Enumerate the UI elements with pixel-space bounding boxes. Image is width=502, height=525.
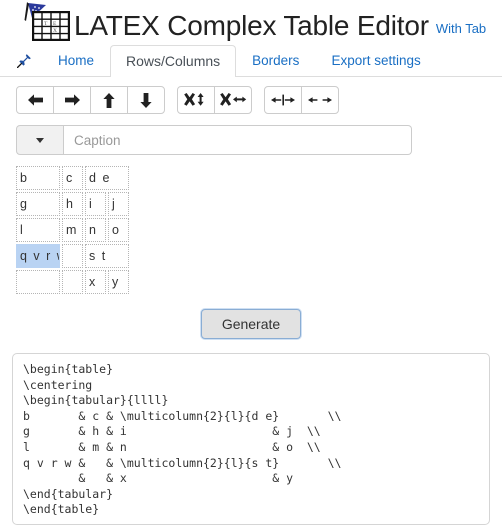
latex-output-box[interactable]: \begin{table} \centering \begin{tabular}… — [12, 353, 490, 525]
app-header: T E X LATEX Complex Table Editor With Ta… — [0, 0, 502, 44]
grid-cell[interactable]: d e — [85, 166, 130, 190]
arrows-inward-icon — [271, 94, 295, 106]
tab-rows-columns[interactable]: Rows/Columns — [110, 45, 237, 77]
page-title-text: LATEX Complex Table Editor — [74, 10, 429, 41]
grid-cell[interactable]: y — [108, 270, 130, 294]
grid-cell[interactable]: b — [16, 166, 61, 190]
arrow-down-icon — [140, 92, 152, 108]
caret-down-icon — [36, 137, 44, 143]
x-horizontal-arrow-icon — [220, 93, 247, 106]
grid-cell[interactable]: h — [62, 192, 84, 216]
table-row: b c d e — [16, 166, 130, 190]
arrow-up-icon — [103, 92, 115, 108]
table-grid-editor: b c d e g h i j l m n o q v r w s t — [0, 155, 502, 296]
latex-output-code: \begin{table} \centering \begin{tabular}… — [23, 362, 342, 517]
grid-cell[interactable] — [16, 270, 61, 294]
delete-row-button[interactable] — [177, 86, 215, 114]
merge-cells-button[interactable] — [264, 86, 302, 114]
table-row: x y — [16, 270, 130, 294]
delete-column-button[interactable] — [214, 86, 252, 114]
editor-toolbar — [0, 77, 502, 114]
move-left-button[interactable] — [16, 86, 54, 114]
arrow-left-icon — [27, 94, 43, 106]
latex-table-logo-icon: T E X — [24, 2, 70, 42]
grid-cell[interactable]: x — [85, 270, 107, 294]
grid-cell[interactable]: j — [108, 192, 130, 216]
x-vertical-arrow-icon — [184, 93, 204, 106]
main-tabs: Home Rows/Columns Borders Export setting… — [0, 44, 502, 77]
split-cells-button[interactable] — [301, 86, 339, 114]
grid-cell[interactable] — [62, 244, 84, 268]
page-subtitle: With Tab — [435, 21, 487, 36]
page-title: LATEX Complex Table Editor — [74, 12, 429, 42]
grid-cell[interactable]: n — [85, 218, 107, 242]
arrows-outward-icon — [308, 97, 332, 103]
grid-cell[interactable]: l — [16, 218, 61, 242]
generate-button[interactable]: Generate — [200, 309, 302, 339]
move-up-button[interactable] — [90, 86, 128, 114]
table-row: g h i j — [16, 192, 130, 216]
tab-export-settings[interactable]: Export settings — [315, 45, 436, 77]
move-right-button[interactable] — [53, 86, 91, 114]
grid-cell[interactable]: s t — [85, 244, 130, 268]
table-row: l m n o — [16, 218, 130, 242]
arrow-right-icon — [64, 94, 80, 106]
grid-cell[interactable]: c — [62, 166, 84, 190]
caption-input[interactable] — [64, 125, 412, 155]
svg-text:X: X — [53, 28, 57, 34]
grid-cell[interactable]: m — [62, 218, 84, 242]
grid-cell[interactable]: o — [108, 218, 130, 242]
move-down-button[interactable] — [127, 86, 165, 114]
move-button-group — [16, 86, 165, 114]
table-row: q v r w s t — [16, 244, 130, 268]
pushpin-icon[interactable] — [10, 45, 38, 75]
tab-home[interactable]: Home — [42, 45, 110, 77]
grid-cell[interactable]: i — [85, 192, 107, 216]
tab-borders[interactable]: Borders — [236, 45, 315, 77]
caption-dropdown-button[interactable] — [16, 125, 64, 155]
caption-row — [0, 114, 412, 155]
delete-button-group — [177, 86, 252, 114]
table-grid: b c d e g h i j l m n o q v r w s t — [14, 164, 131, 296]
grid-cell[interactable]: g — [16, 192, 61, 216]
grid-cell-selected[interactable]: q v r w — [16, 244, 61, 268]
grid-cell[interactable] — [62, 270, 84, 294]
merge-split-button-group — [264, 86, 339, 114]
generate-row: Generate — [0, 296, 502, 339]
